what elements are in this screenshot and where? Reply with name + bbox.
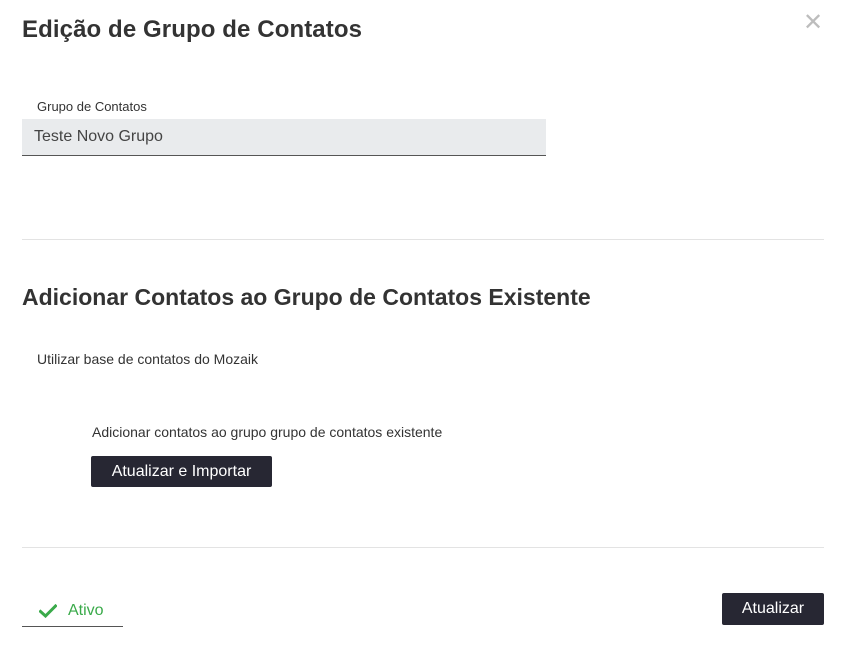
update-and-import-button[interactable]: Atualizar e Importar xyxy=(91,456,272,487)
group-name-label: Grupo de Contatos xyxy=(37,99,147,114)
active-status-toggle[interactable]: Ativo xyxy=(22,596,123,627)
close-icon[interactable]: ✕ xyxy=(803,11,823,35)
active-status-label: Ativo xyxy=(68,602,104,619)
section-divider xyxy=(22,239,824,240)
group-name-input[interactable] xyxy=(22,119,546,156)
edit-contact-group-dialog: Edição de Grupo de Contatos ✕ Grupo de C… xyxy=(0,0,849,664)
dialog-title: Edição de Grupo de Contatos xyxy=(22,16,363,43)
check-icon xyxy=(38,603,58,619)
add-contacts-section-title: Adicionar Contatos ao Grupo de Contatos … xyxy=(22,284,591,310)
footer-divider xyxy=(22,547,824,548)
update-button[interactable]: Atualizar xyxy=(722,593,824,625)
mozaik-base-label: Utilizar base de contatos do Mozaik xyxy=(37,351,258,367)
add-contacts-description: Adicionar contatos ao grupo grupo de con… xyxy=(92,424,443,440)
